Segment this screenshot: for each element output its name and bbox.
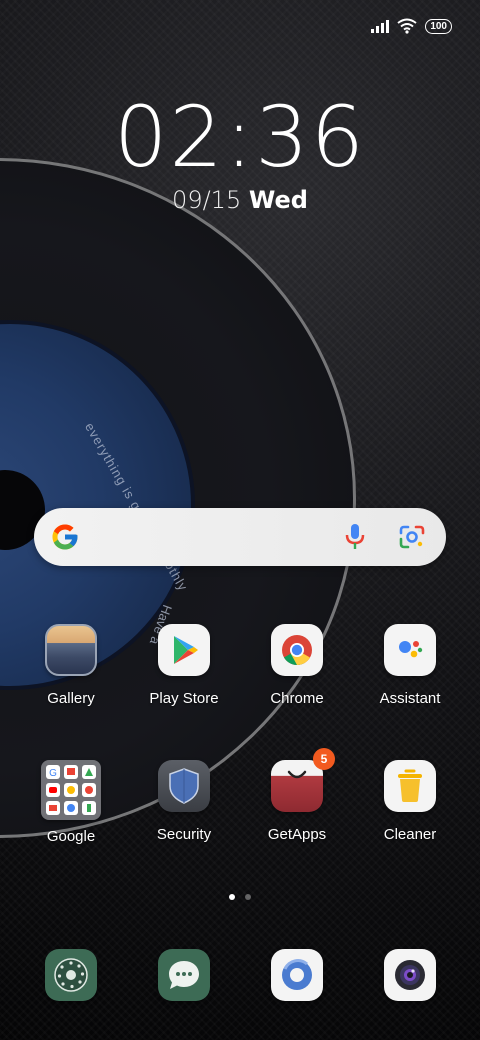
camera-icon [384,949,436,1001]
notification-badge: 5 [313,748,335,770]
app-getapps[interactable]: 5 GetApps [247,748,347,843]
app-google-folder[interactable]: G Google [21,760,121,845]
gallery-icon [45,624,97,676]
weekday-text: Wed [248,186,308,214]
page-dot-1[interactable] [229,894,235,900]
clock-time[interactable]: 02:36 [0,88,480,186]
app-label: Play Store [149,690,219,707]
app-label: Chrome [270,690,324,707]
app-gallery[interactable]: Gallery [21,624,121,707]
google-g-icon [52,524,78,550]
cell-signal-icon [371,19,390,33]
page-indicator [0,894,480,900]
chrome-icon [271,624,323,676]
dock-camera[interactable] [360,949,460,1001]
google-folder-icon: G [41,760,101,820]
app-assistant[interactable]: Assistant [360,624,460,707]
google-lens-icon[interactable] [398,524,426,550]
wifi-icon [397,18,417,34]
getapps-bag-icon: 5 [271,748,335,812]
svg-text:G: G [49,768,57,779]
app-label: Security [156,826,212,843]
app-cleaner[interactable]: Cleaner [360,760,460,843]
dock-phone[interactable] [21,949,121,1001]
app-play-store[interactable]: Play Store [134,624,234,707]
messages-icon [158,949,210,1001]
app-label: Gallery [47,690,95,707]
app-label: Google [46,828,96,845]
google-search-bar[interactable] [34,508,446,566]
page-dot-2[interactable] [245,894,251,900]
app-label: GetApps [267,826,327,843]
home-screen: everything is going smoothly Have a 100 … [0,0,480,1040]
app-security[interactable]: Security [134,760,234,843]
dock-messages[interactable] [134,949,234,1001]
security-shield-icon [158,760,210,812]
cleaner-trash-icon [384,760,436,812]
phone-dialer-icon [45,949,97,1001]
date-text: 09/15 [172,186,242,214]
app-label: Cleaner [383,826,437,843]
app-chrome[interactable]: Chrome [247,624,347,707]
browser-icon [271,949,323,1001]
play-store-icon [158,624,210,676]
clock-date[interactable]: 09/15 Wed [0,186,480,214]
dock-browser[interactable] [247,949,347,1001]
assistant-icon [384,624,436,676]
battery-indicator: 100 [425,18,452,34]
microphone-icon[interactable] [344,523,366,551]
status-bar: 100 [371,18,452,34]
app-label: Assistant [379,690,441,707]
